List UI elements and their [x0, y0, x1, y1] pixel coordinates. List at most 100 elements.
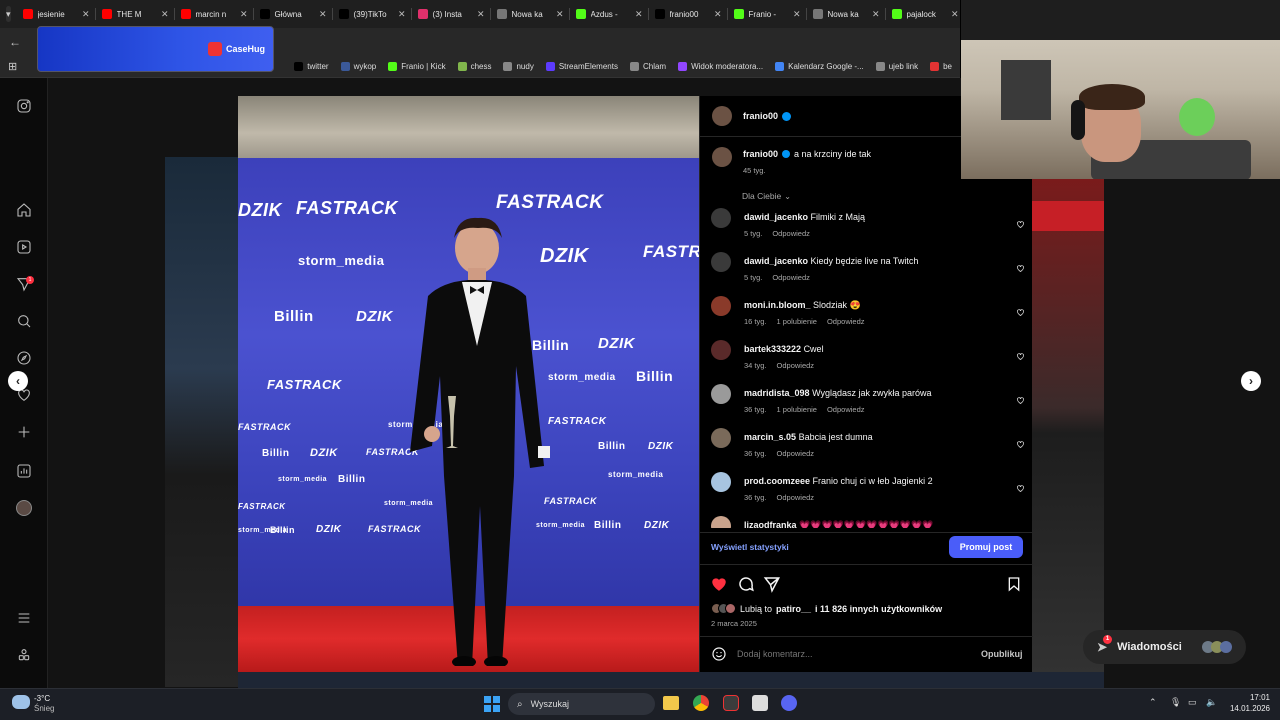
bookmark-item[interactable]: be: [924, 62, 958, 71]
browser-tab[interactable]: marcin n ✕: [175, 0, 254, 28]
reply-button[interactable]: Odpowiedz: [827, 405, 865, 414]
comment-like-heart-icon[interactable]: [1016, 524, 1025, 528]
add-comment-input[interactable]: [737, 647, 957, 661]
author-username[interactable]: franio00: [743, 111, 778, 121]
reply-button[interactable]: Odpowiedz: [777, 449, 815, 458]
app-icon[interactable]: [752, 695, 768, 711]
caption-avatar[interactable]: [712, 147, 732, 167]
browser-tab[interactable]: jesienie ✕: [17, 0, 96, 28]
reply-button[interactable]: Odpowiedz: [827, 317, 865, 326]
likes-count[interactable]: i 11 826 innych użytkowników: [815, 604, 942, 614]
close-icon[interactable]: ✕: [635, 9, 643, 20]
close-icon[interactable]: ✕: [714, 9, 722, 20]
commenter-username[interactable]: dawid_jacenko: [744, 212, 808, 222]
browser-tab[interactable]: Azdus - ✕: [570, 0, 649, 28]
reply-button[interactable]: Odpowiedz: [772, 229, 810, 238]
commenter-avatar[interactable]: [711, 516, 731, 528]
commenter-avatar[interactable]: [711, 296, 731, 316]
commenter-username[interactable]: madridista_098: [744, 388, 810, 398]
browser-tab[interactable]: Franio - ✕: [728, 0, 807, 28]
close-icon[interactable]: ✕: [240, 9, 248, 20]
author-avatar[interactable]: [712, 106, 732, 126]
microphone-icon[interactable]: 🎙: [1170, 697, 1181, 708]
bookmark-item[interactable]: chess: [452, 62, 498, 71]
comment-like-heart-icon[interactable]: [1016, 304, 1025, 316]
browser-tab[interactable]: Główna ✕: [254, 0, 333, 28]
network-icon[interactable]: ▭: [1188, 697, 1197, 708]
commenter-username[interactable]: dawid_jacenko: [744, 256, 808, 266]
close-icon[interactable]: ✕: [951, 9, 959, 20]
post-photo[interactable]: DZIK FASTRACK FASTRACK FASTRACK storm_me…: [238, 96, 699, 672]
bookmark-item[interactable]: nudy: [497, 62, 539, 71]
bookmark-item[interactable]: ujeb link: [870, 62, 924, 71]
commenter-username[interactable]: marcin_s.05: [744, 432, 796, 442]
bookmark-item[interactable]: wykop: [335, 62, 383, 71]
comment-like-heart-icon[interactable]: [1016, 480, 1025, 492]
close-icon[interactable]: ✕: [161, 9, 169, 20]
browser-tab[interactable]: Nowa ka ✕: [491, 0, 570, 28]
browser-tab[interactable]: (3) Insta ✕: [412, 0, 491, 28]
back-arrow-icon[interactable]: ←: [9, 35, 21, 49]
save-bookmark-icon[interactable]: [1006, 575, 1022, 593]
file-explorer-icon[interactable]: [663, 696, 679, 710]
close-icon[interactable]: ✕: [477, 9, 485, 20]
instagram-logo-icon[interactable]: [14, 96, 34, 116]
comment-like-heart-icon[interactable]: [1016, 436, 1025, 448]
weather-temp[interactable]: -3°C: [34, 694, 50, 703]
clock-date[interactable]: 14.01.2026: [1226, 704, 1270, 713]
chevron-up-icon[interactable]: ⌃: [1149, 697, 1157, 708]
emoji-icon[interactable]: [711, 646, 727, 662]
close-icon[interactable]: ✕: [872, 9, 880, 20]
bookmark-item[interactable]: Widok moderatora...: [672, 62, 769, 71]
search-icon[interactable]: [14, 311, 34, 331]
close-icon[interactable]: ✕: [556, 9, 564, 20]
caption-username[interactable]: franio00: [743, 149, 778, 159]
tab-search-button[interactable]: ▾: [6, 6, 11, 22]
browser-tab[interactable]: pajalock ✕: [886, 0, 965, 28]
browser-tab[interactable]: franio00 ✕: [649, 0, 728, 28]
weather-snow-icon[interactable]: [12, 695, 30, 709]
reply-button[interactable]: Odpowiedz: [777, 361, 815, 370]
commenter-avatar[interactable]: [711, 340, 731, 360]
close-icon[interactable]: ✕: [398, 9, 406, 20]
windows-start-icon[interactable]: [484, 696, 500, 712]
share-icon[interactable]: [763, 575, 781, 593]
commenter-username[interactable]: prod.coomzeee: [744, 476, 810, 486]
commenter-avatar[interactable]: [711, 252, 731, 272]
app-icon[interactable]: [723, 695, 739, 711]
reply-button[interactable]: Odpowiedz: [772, 273, 810, 282]
volume-icon[interactable]: 🔈: [1206, 697, 1217, 708]
bookmark-item[interactable]: StreamElements: [540, 62, 624, 71]
browser-tab[interactable]: THE M ✕: [96, 0, 175, 28]
commenter-avatar[interactable]: [711, 384, 731, 404]
comment-like-heart-icon[interactable]: [1016, 260, 1025, 272]
threads-icon[interactable]: [14, 645, 34, 665]
comment-likes[interactable]: 1 polubienie: [777, 317, 817, 326]
comment-icon[interactable]: [737, 575, 755, 593]
taskbar-search[interactable]: ⌕ Wyszukaj: [508, 693, 655, 715]
sort-dropdown[interactable]: Dla Ciebie ⌄: [742, 191, 791, 201]
publish-comment-button[interactable]: Opublikuj: [981, 649, 1023, 659]
browser-tab[interactable]: (39)TikTo ✕: [333, 0, 412, 28]
previous-post-button[interactable]: ‹: [8, 371, 28, 391]
like-heart-icon[interactable]: [710, 575, 728, 593]
casehug-ad-banner[interactable]: CaseHug: [37, 26, 274, 72]
home-icon[interactable]: [14, 200, 34, 220]
commenter-avatar[interactable]: [711, 472, 731, 492]
commenter-username[interactable]: lizaodfranka: [744, 520, 797, 528]
explore-icon[interactable]: [14, 348, 34, 368]
comment-like-heart-icon[interactable]: [1016, 348, 1025, 360]
commenter-username[interactable]: bartek333222: [744, 344, 801, 354]
clock-time[interactable]: 17:01: [1230, 693, 1270, 702]
apps-icon[interactable]: ⊞: [0, 60, 23, 73]
bookmark-item[interactable]: Franio | Kick: [382, 62, 451, 71]
bookmark-item[interactable]: Kalendarz Google -...: [769, 62, 870, 71]
next-post-button[interactable]: ›: [1241, 371, 1261, 391]
bookmark-item[interactable]: twitter: [288, 62, 334, 71]
browser-tab[interactable]: Nowa ka ✕: [807, 0, 886, 28]
close-icon[interactable]: ✕: [319, 9, 327, 20]
bookmark-item[interactable]: Chlam: [624, 62, 672, 71]
messages-button[interactable]: ➤ 1 Wiadomości: [1083, 630, 1246, 664]
chrome-icon[interactable]: [693, 695, 709, 711]
commenter-username[interactable]: moni.in.bloom_: [744, 300, 811, 310]
